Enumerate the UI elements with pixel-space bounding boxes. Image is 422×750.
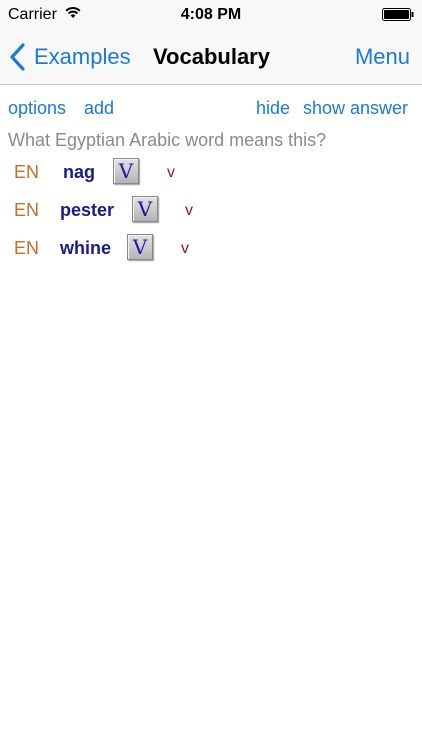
options-link[interactable]: options (8, 98, 66, 119)
status-time: 4:08 PM (180, 6, 242, 23)
word-row: EN nag V v (0, 158, 422, 188)
back-button[interactable]: Examples (8, 40, 131, 74)
word-row: EN whine V v (0, 234, 422, 264)
action-toolbar: options add hide show answer (0, 98, 422, 124)
part-of-speech: v (167, 164, 175, 181)
word-text: whine (60, 238, 112, 258)
navigation-bar: Examples Vocabulary Menu (0, 30, 422, 85)
language-label: EN (14, 200, 40, 220)
word-text: pester (60, 200, 115, 220)
word-text: nag (63, 162, 96, 182)
add-link[interactable]: add (84, 98, 114, 119)
hide-link[interactable]: hide (256, 98, 290, 119)
status-bar: Carrier 4:08 PM (0, 0, 422, 30)
verb-button[interactable]: V (113, 158, 139, 184)
language-label: EN (14, 238, 40, 258)
show-answer-link[interactable]: show answer (303, 98, 408, 119)
question-prompt: What Egyptian Arabic word means this? (8, 130, 327, 150)
language-label: EN (14, 162, 40, 182)
verb-button[interactable]: V (127, 234, 153, 260)
word-row: EN pester V v (0, 196, 422, 226)
back-button-label: Examples (34, 44, 131, 69)
menu-button[interactable]: Menu (355, 44, 410, 70)
part-of-speech: v (181, 240, 189, 257)
chevron-left-icon (10, 43, 25, 71)
part-of-speech: v (185, 202, 193, 219)
battery-icon (382, 8, 414, 21)
page-title: Vocabulary (153, 44, 270, 69)
verb-button[interactable]: V (132, 196, 158, 222)
